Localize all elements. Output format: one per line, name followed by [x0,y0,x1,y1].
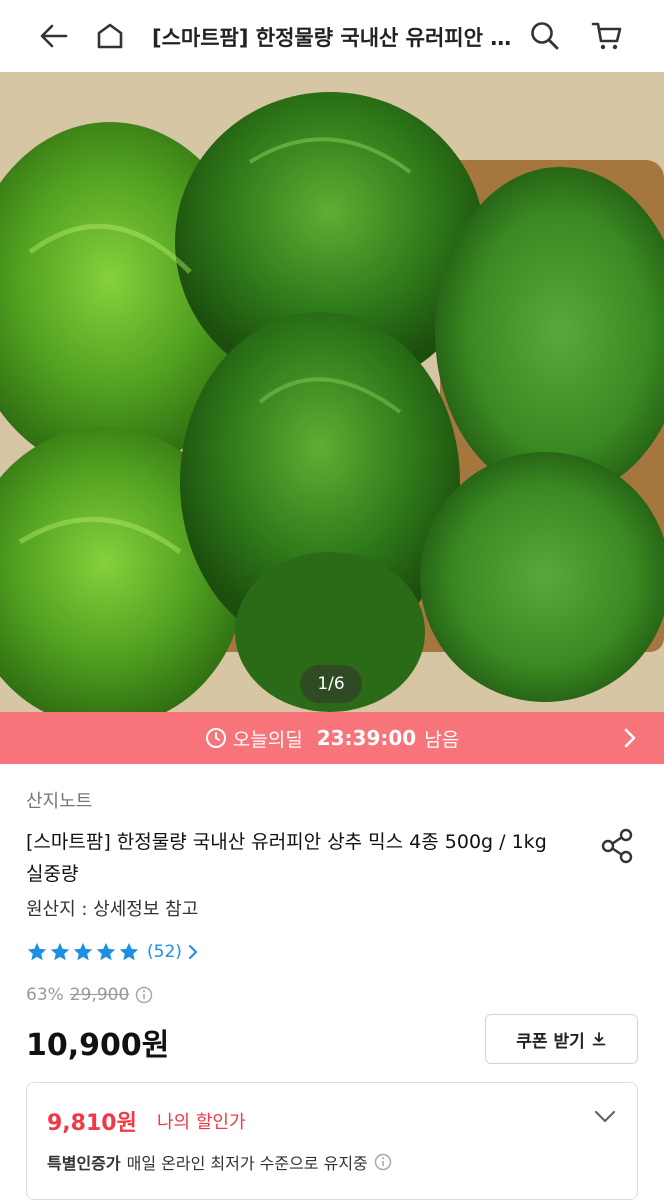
image-pager: 1/6 [300,665,362,703]
discount-rate: 63% [26,985,64,1005]
info-icon[interactable] [135,986,153,1004]
info-icon[interactable] [374,1153,392,1171]
star-icon [73,942,93,961]
chevron-right-icon [624,728,636,748]
cert-description: 매일 온라인 최저가 수준으로 유지중 [126,1154,368,1173]
product-title: [스마트팜] 한정물량 국내산 유러피안 상추 믹스 4종 500g / 1kg… [26,831,547,885]
my-discount-price-card[interactable]: 9,810원 나의 할인가 특별인증가 매일 온라인 최저가 수준으로 유지중 [26,1082,638,1200]
deal-label: 오늘의딜 [232,728,303,751]
star-icon [96,942,116,961]
share-icon[interactable] [598,826,638,870]
special-certified-price: 특별인증가 매일 온라인 최저가 수준으로 유지중 [47,1150,392,1174]
cart-icon[interactable] [585,14,629,58]
page-title: [스마트팜] 한정물량 국내산 유러피안 상추 믹스 4종 500g / 1kg… [152,26,514,50]
cert-badge-label: 특별인증가 [47,1154,121,1173]
product-image[interactable] [0,72,664,712]
rating-summary[interactable]: (52) [26,940,198,964]
top-app-bar: [스마트팜] 한정물량 국내산 유러피안 상추 믹스 4종 500g / 1kg… [0,0,664,72]
search-icon[interactable] [523,14,567,58]
coupon-download-button[interactable]: 쿠폰 받기 [485,1014,638,1064]
back-arrow-icon[interactable] [32,14,76,58]
clock-icon [205,728,226,748]
my-price: 9,810원 [47,1111,137,1136]
star-icon [27,942,47,961]
origin-info: 원산지 : 상세정보 참고 [26,899,199,920]
deal-suffix: 남음 [424,728,460,751]
chevron-right-icon [188,945,197,959]
star-icon [50,942,70,961]
review-count[interactable]: (52) [147,942,182,962]
discount-info: 63% 29,900 [26,985,153,1005]
deal-countdown: 23:39:00 [316,726,417,750]
seller-name[interactable]: 산지노트 [26,787,92,813]
my-price-label: 나의 할인가 [157,1112,246,1133]
home-icon[interactable] [88,14,132,58]
download-icon [592,1032,606,1046]
chevron-down-icon[interactable] [593,1109,617,1125]
star-icon [119,942,139,961]
coupon-label: 쿠폰 받기 [516,1031,585,1052]
todays-deal-banner[interactable]: 오늘의딜 23:39:00 남음 [0,712,664,764]
lettuce-photo [0,72,664,712]
original-price: 29,900 [69,985,130,1005]
sale-price: 10,900원 [26,1028,170,1063]
